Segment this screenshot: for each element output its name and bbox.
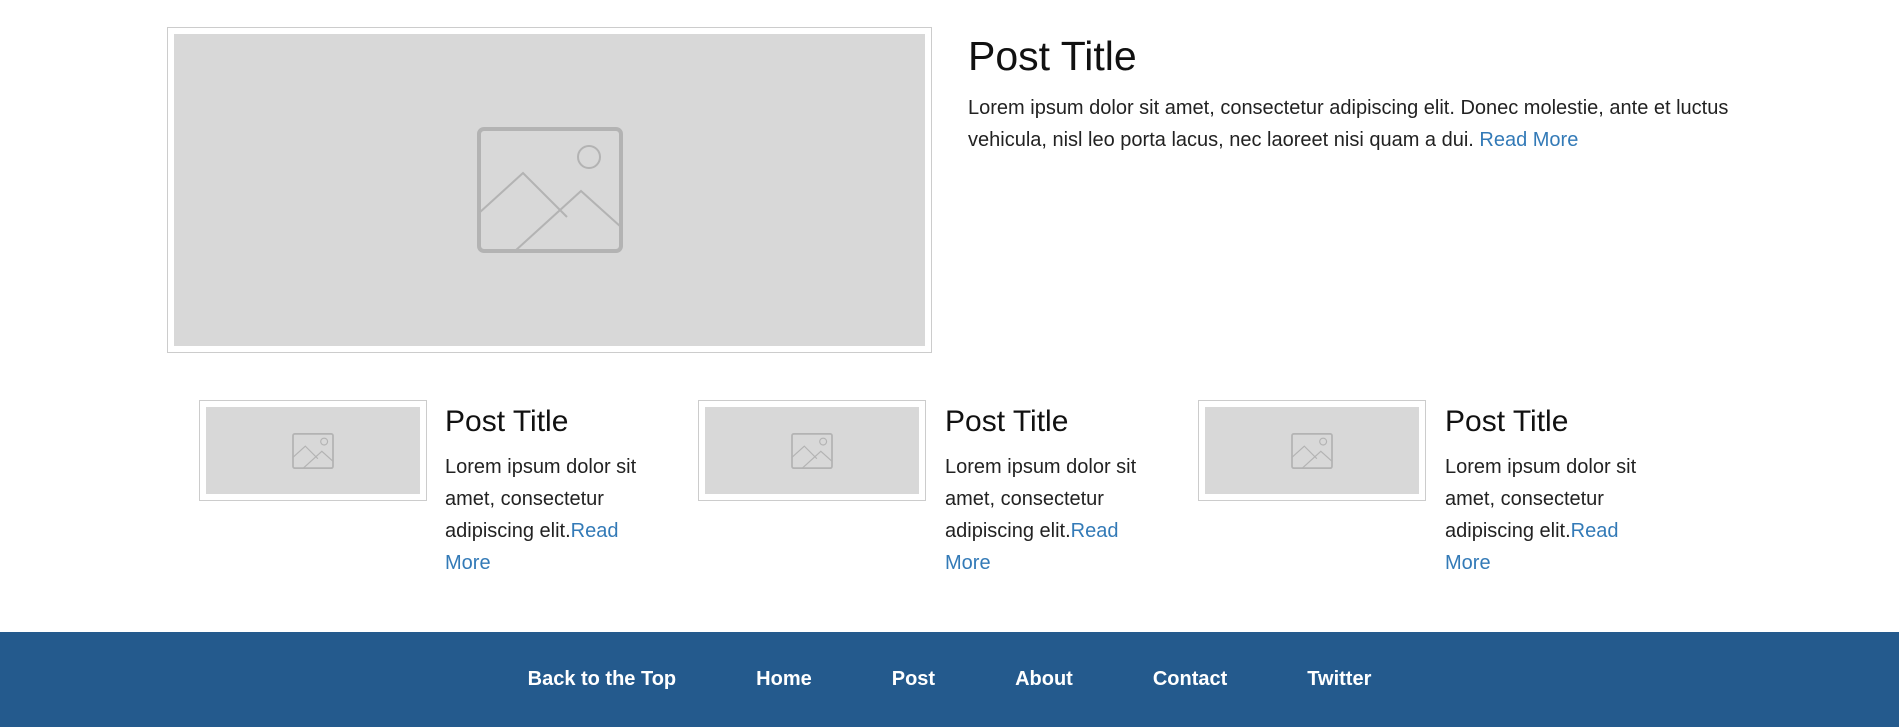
post-excerpt: Lorem ipsum dolor sit amet, consectetur … bbox=[945, 451, 1155, 579]
footer-link-home[interactable]: Home bbox=[756, 668, 812, 691]
image-placeholder-icon bbox=[476, 127, 623, 253]
footer-link-about[interactable]: About bbox=[1015, 668, 1073, 691]
footer-link-twitter[interactable]: Twitter bbox=[1307, 668, 1371, 691]
post-card: Post Title Lorem ipsum dolor sit amet, c… bbox=[945, 403, 1155, 579]
post-excerpt: Lorem ipsum dolor sit amet, consectetur … bbox=[445, 451, 655, 579]
post-card: Post Title Lorem ipsum dolor sit amet, c… bbox=[1445, 403, 1655, 579]
post-title: Post Title bbox=[445, 405, 569, 438]
image-placeholder-icon bbox=[1291, 432, 1333, 469]
featured-post: Post Title Lorem ipsum dolor sit amet, c… bbox=[968, 30, 1748, 156]
featured-post-title: Post Title bbox=[968, 33, 1137, 79]
post-card: Post Title Lorem ipsum dolor sit amet, c… bbox=[445, 403, 655, 579]
featured-image[interactable] bbox=[167, 27, 932, 353]
footer-nav: Back to the Top Home Post About Contact … bbox=[0, 632, 1899, 727]
footer-link-post[interactable]: Post bbox=[892, 668, 935, 691]
image-placeholder-icon bbox=[791, 432, 833, 469]
image-placeholder-icon bbox=[292, 432, 334, 469]
page: Post Title Lorem ipsum dolor sit amet, c… bbox=[0, 0, 1899, 727]
post-title: Post Title bbox=[945, 405, 1069, 438]
featured-read-more-link[interactable]: Read More bbox=[1479, 129, 1578, 151]
post-image[interactable] bbox=[1198, 400, 1426, 501]
footer: Back to the Top Home Post About Contact … bbox=[0, 632, 1899, 727]
featured-post-excerpt: Lorem ipsum dolor sit amet, consectetur … bbox=[968, 92, 1748, 156]
post-image[interactable] bbox=[199, 400, 427, 501]
footer-link-back-to-top[interactable]: Back to the Top bbox=[528, 668, 677, 691]
post-excerpt: Lorem ipsum dolor sit amet, consectetur … bbox=[1445, 451, 1655, 579]
featured-post-body: Lorem ipsum dolor sit amet, consectetur … bbox=[968, 97, 1729, 151]
post-image[interactable] bbox=[698, 400, 926, 501]
post-title: Post Title bbox=[1445, 405, 1569, 438]
footer-link-contact[interactable]: Contact bbox=[1153, 668, 1227, 691]
